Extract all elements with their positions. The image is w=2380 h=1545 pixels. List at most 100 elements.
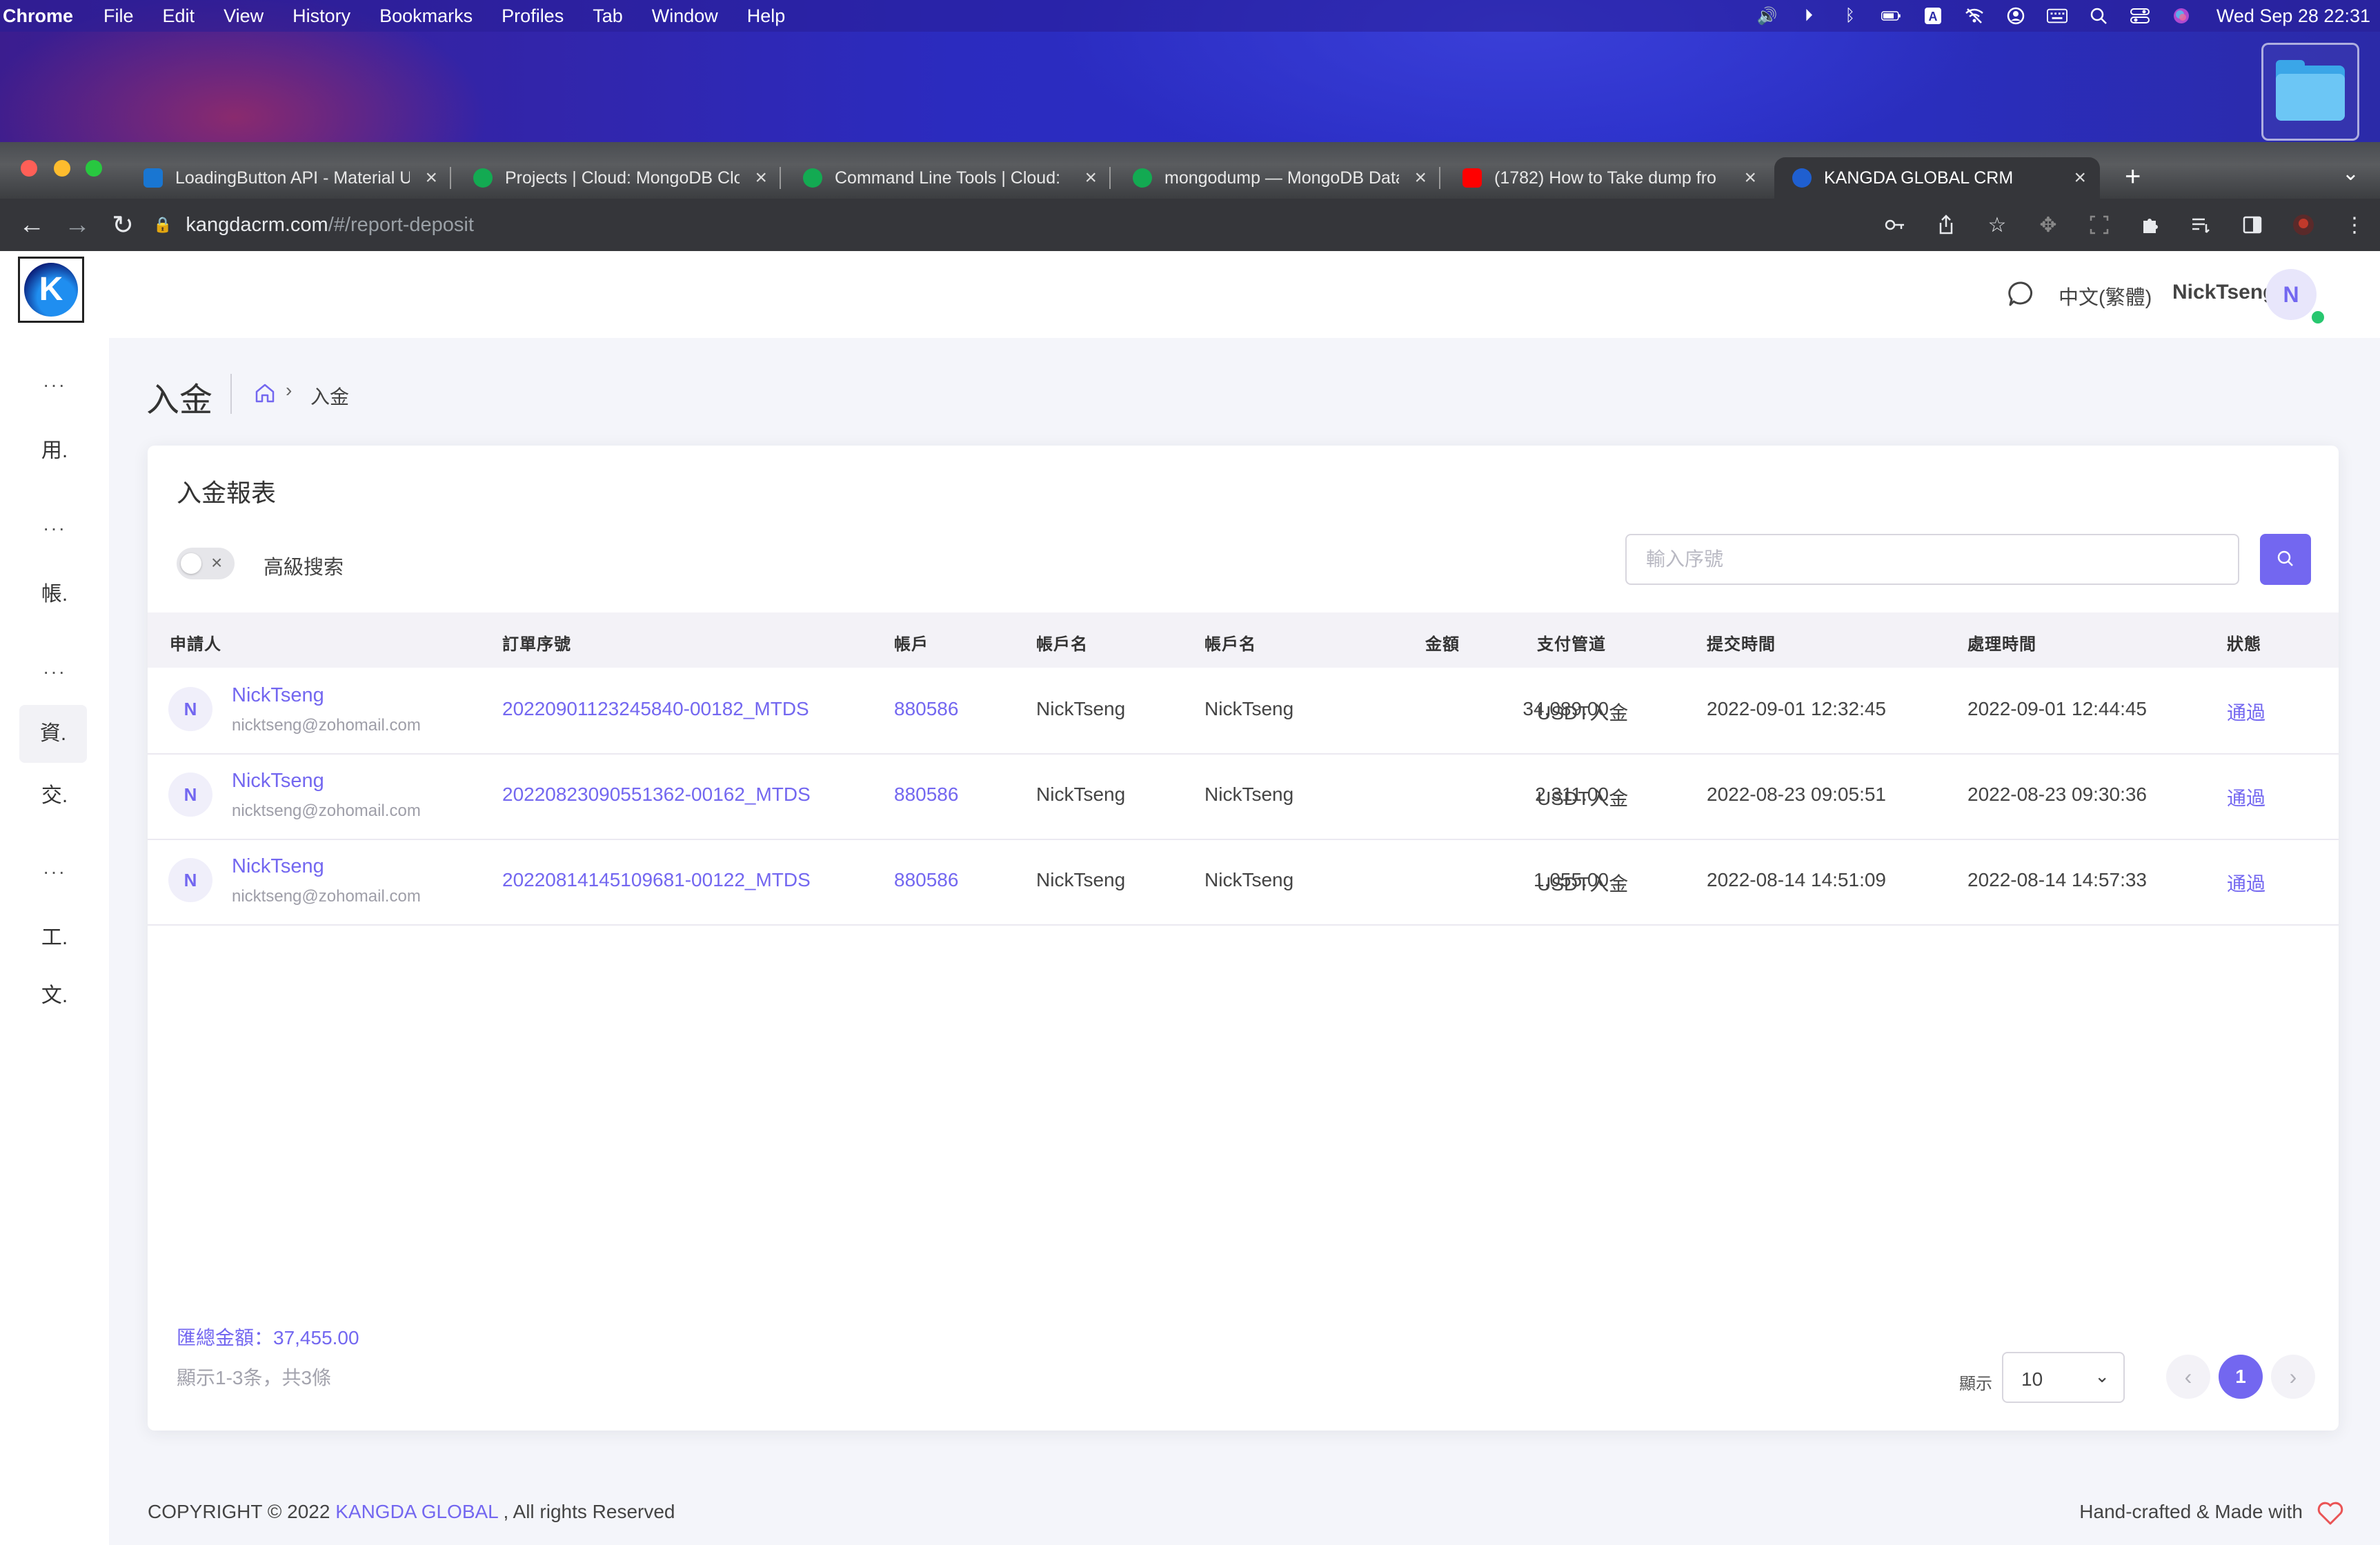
order-search-input[interactable] bbox=[1625, 534, 2239, 585]
chat-bubble-icon[interactable] bbox=[2007, 280, 2035, 308]
heart-icon bbox=[2317, 1502, 2343, 1525]
column-header-account-name[interactable]: 帳戶名 bbox=[1036, 630, 1088, 655]
user-avatar[interactable]: N bbox=[2265, 269, 2317, 320]
pagination-page-button[interactable]: 1 bbox=[2219, 1355, 2263, 1399]
pagination-prev-button[interactable]: ‹ bbox=[2166, 1355, 2210, 1399]
tab-close-icon[interactable]: × bbox=[1414, 166, 1427, 190]
back-arrow-icon[interactable]: ← bbox=[18, 210, 46, 240]
browser-tab-mongodb-projects[interactable]: Projects | Cloud: MongoDB Clo × bbox=[455, 157, 781, 199]
status-badge[interactable]: 通過 bbox=[2227, 869, 2265, 897]
applicant-name-link[interactable]: NickTseng bbox=[232, 855, 324, 878]
column-header-amount[interactable]: 金額 bbox=[1425, 630, 1460, 655]
menubar-app-name[interactable]: Chrome bbox=[3, 6, 73, 27]
order-number-link[interactable]: 20220823090551362-00162_MTDS bbox=[502, 784, 811, 806]
account-link[interactable]: 880586 bbox=[894, 784, 958, 806]
home-icon[interactable] bbox=[254, 382, 276, 404]
order-number-link[interactable]: 20220901123245840-00182_MTDS bbox=[502, 698, 809, 720]
column-header-applicant[interactable]: 申請人 bbox=[170, 630, 221, 655]
profile-avatar-icon[interactable] bbox=[2292, 213, 2315, 237]
browser-tab-kangda-crm[interactable]: KANGDA GLOBAL CRM × bbox=[1774, 157, 2100, 199]
sidebar-item-users[interactable]: 用. bbox=[0, 433, 109, 464]
tab-search-chevron-icon[interactable]: ⌄ bbox=[2342, 161, 2359, 186]
control-center-icon[interactable] bbox=[2130, 7, 2150, 25]
column-header-payment-channel[interactable]: 支付管道 bbox=[1537, 630, 1606, 655]
bookmark-star-icon[interactable]: ☆ bbox=[1985, 213, 2009, 237]
side-panel-icon[interactable] bbox=[2241, 213, 2264, 237]
tab-close-icon[interactable]: × bbox=[1744, 166, 1756, 190]
language-selector[interactable]: 中文(繁體) bbox=[2059, 281, 2152, 310]
desktop-folder-icon[interactable] bbox=[2261, 43, 2359, 141]
tab-close-icon[interactable]: × bbox=[755, 166, 767, 190]
sidebar-item-funds[interactable]: 資. bbox=[19, 705, 87, 763]
menu-file[interactable]: File bbox=[103, 6, 134, 27]
app-logo[interactable]: K bbox=[18, 257, 84, 323]
reload-icon[interactable]: ↻ bbox=[109, 210, 137, 241]
applicant-name-link[interactable]: NickTseng bbox=[232, 770, 324, 793]
per-page-select[interactable]: 10 ⌄ bbox=[2002, 1352, 2125, 1403]
wifi-off-icon[interactable] bbox=[1964, 7, 1985, 25]
lock-icon[interactable]: 🔒 bbox=[153, 216, 172, 234]
extensions-puzzle-icon[interactable] bbox=[2139, 213, 2162, 237]
menu-help[interactable]: Help bbox=[747, 6, 786, 27]
siri-icon[interactable] bbox=[2171, 7, 2192, 25]
tab-close-icon[interactable]: × bbox=[425, 166, 437, 190]
search-button[interactable] bbox=[2260, 534, 2311, 585]
new-tab-button[interactable]: + bbox=[2125, 161, 2141, 192]
menu-history[interactable]: History bbox=[292, 6, 350, 27]
browser-tab-command-line-tools[interactable]: Command Line Tools | Cloud: × bbox=[785, 157, 1111, 199]
menubar-clock[interactable]: Wed Sep 28 22:31 bbox=[2217, 6, 2370, 27]
column-header-order-number[interactable]: 訂單序號 bbox=[502, 630, 571, 655]
window-minimize-button[interactable] bbox=[54, 160, 70, 177]
battery-icon[interactable] bbox=[1881, 7, 1902, 25]
applicant-name-link[interactable]: NickTseng bbox=[232, 684, 324, 707]
sidebar-item-accounts[interactable]: 帳. bbox=[0, 577, 109, 607]
forward-arrow-icon[interactable]: → bbox=[63, 210, 91, 240]
volume-icon[interactable]: 🔊 bbox=[1757, 7, 1778, 26]
menu-profiles[interactable]: Profiles bbox=[502, 6, 564, 27]
advanced-search-toggle[interactable]: × bbox=[177, 548, 235, 579]
made-with-text: Hand-crafted & Made with bbox=[2079, 1501, 2303, 1522]
bluetooth-icon[interactable]: ᛒ bbox=[1840, 6, 1861, 25]
menu-window[interactable]: Window bbox=[652, 6, 718, 27]
reading-list-icon[interactable] bbox=[2190, 213, 2213, 237]
macos-menubar: Chrome File Edit View History Bookmarks … bbox=[0, 0, 2380, 32]
user-account-icon[interactable] bbox=[2005, 7, 2026, 25]
keyboard-icon[interactable] bbox=[2046, 7, 2067, 25]
menu-bookmarks[interactable]: Bookmarks bbox=[379, 6, 473, 27]
tab-close-icon[interactable]: × bbox=[1084, 166, 1097, 190]
sidebar-item-documents[interactable]: 文. bbox=[0, 978, 109, 1008]
move-extension-icon[interactable]: ✥ bbox=[2036, 213, 2060, 237]
status-badge[interactable]: 通過 bbox=[2227, 698, 2265, 726]
play-icon[interactable]: ⏵ bbox=[1798, 6, 1819, 25]
address-bar[interactable]: 🔒 kangdacrm.com/#/report-deposit bbox=[153, 207, 2112, 243]
sidebar-item-trades[interactable]: 交. bbox=[0, 778, 109, 808]
account-link[interactable]: 880586 bbox=[894, 869, 958, 891]
spotlight-search-icon[interactable] bbox=[2088, 7, 2109, 25]
order-number-link[interactable]: 20220814145109681-00122_MTDS bbox=[502, 869, 811, 891]
browser-tab-youtube[interactable]: (1782) How to Take dump fro × bbox=[1445, 157, 1770, 199]
sidebar-item-tools[interactable]: 工. bbox=[0, 920, 109, 950]
column-header-submitted-time[interactable]: 提交時間 bbox=[1707, 630, 1776, 655]
tab-close-icon[interactable]: × bbox=[2074, 166, 2086, 190]
browser-menu-icon[interactable]: ⋮ bbox=[2343, 213, 2366, 237]
window-close-button[interactable] bbox=[21, 160, 37, 177]
screenshot-extension-icon[interactable] bbox=[2088, 213, 2111, 237]
browser-tab-loadingbutton[interactable]: LoadingButton API - Material U × bbox=[126, 157, 451, 199]
pagination-next-button[interactable]: › bbox=[2271, 1355, 2315, 1399]
brand-link[interactable]: KANGDA GLOBAL bbox=[335, 1501, 498, 1522]
window-zoom-button[interactable] bbox=[86, 160, 102, 177]
password-key-icon[interactable] bbox=[1883, 213, 1907, 237]
menu-view[interactable]: View bbox=[224, 6, 264, 27]
status-badge[interactable]: 通過 bbox=[2227, 784, 2265, 811]
user-name[interactable]: NickTseng bbox=[2172, 281, 2276, 304]
column-header-status[interactable]: 狀態 bbox=[2227, 630, 2261, 655]
share-icon[interactable] bbox=[1934, 213, 1958, 237]
column-header-processed-time[interactable]: 處理時間 bbox=[1967, 630, 2036, 655]
menu-tab[interactable]: Tab bbox=[593, 6, 623, 27]
column-header-account[interactable]: 帳戶 bbox=[894, 630, 929, 655]
menu-edit[interactable]: Edit bbox=[163, 6, 195, 27]
browser-tab-mongodump[interactable]: mongodump — MongoDB Data × bbox=[1115, 157, 1440, 199]
column-header-account-name-2[interactable]: 帳戶名 bbox=[1204, 630, 1256, 655]
account-link[interactable]: 880586 bbox=[894, 698, 958, 720]
input-source-icon[interactable]: A bbox=[1923, 7, 1943, 25]
